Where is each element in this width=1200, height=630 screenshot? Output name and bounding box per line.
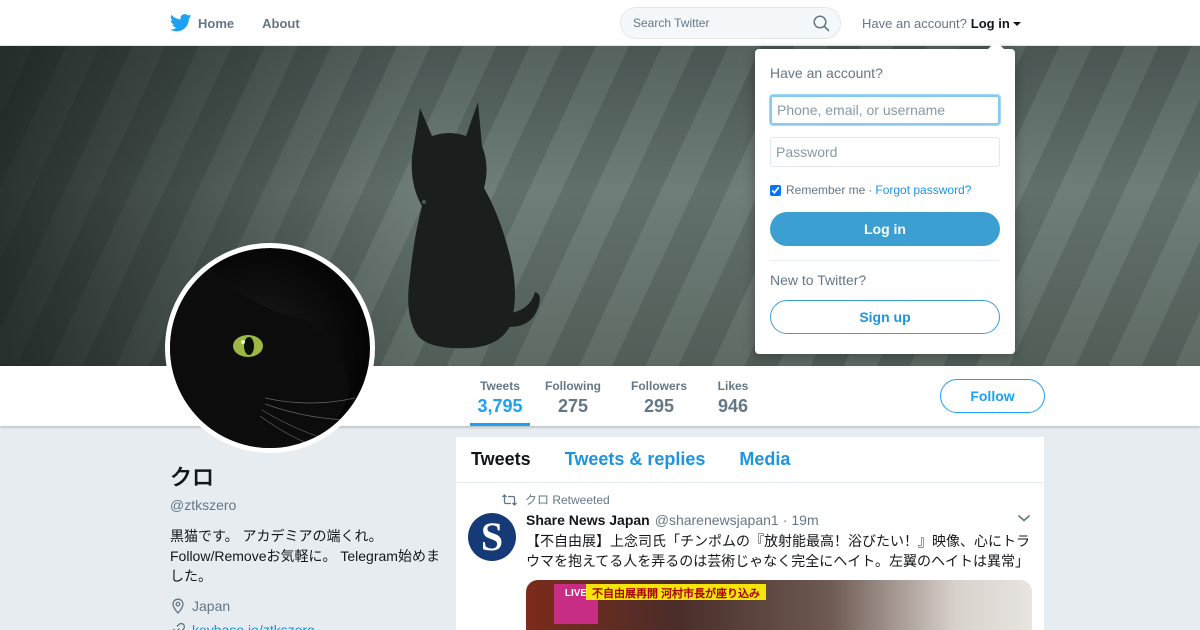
link-icon bbox=[172, 622, 186, 630]
have-account-text: Have an account? bbox=[862, 15, 967, 31]
remember-me-checkbox[interactable] bbox=[770, 184, 781, 196]
black-cat-avatar-photo bbox=[170, 268, 356, 448]
tweet-author-name[interactable]: Share News Japan bbox=[526, 512, 650, 528]
login-link-label: Log in bbox=[970, 15, 1010, 31]
tweet-media-image[interactable]: LIVE 不自由展再開 河村市長が座り込み bbox=[526, 580, 1032, 630]
stat-tweets[interactable]: Tweets 3,795 bbox=[470, 366, 530, 426]
account-menu: Have an account? Log in bbox=[862, 0, 1021, 46]
retweet-context: クロ Retweeted bbox=[502, 491, 610, 508]
search-box bbox=[620, 7, 841, 39]
tweet-time-separator: · bbox=[782, 512, 788, 528]
stat-likes[interactable]: Likes 946 bbox=[713, 366, 753, 426]
profile-location: Japan bbox=[170, 598, 440, 614]
tweet-item[interactable]: クロ Retweeted S Share News Japan @sharene… bbox=[456, 483, 1044, 630]
stat-following-label: Following bbox=[545, 379, 601, 393]
stat-followers-value: 295 bbox=[643, 396, 675, 416]
search-input[interactable] bbox=[621, 8, 801, 38]
profile-link-text[interactable]: keybase.io/ztkszero bbox=[192, 622, 315, 630]
tweet-author-avatar-letter: S bbox=[480, 514, 504, 559]
global-nav: Home About bbox=[170, 0, 328, 46]
nav-about[interactable]: About bbox=[262, 16, 300, 31]
remember-me-label[interactable]: Remember me bbox=[786, 183, 865, 197]
black-cat-photo bbox=[408, 102, 540, 349]
remember-me-row: Remember me · Forgot password? bbox=[770, 183, 971, 197]
tweet-text: 【不自由展】上念司氏「チンポムの『放射能最高！浴びたい！』映像、心にトラウマを抱… bbox=[526, 533, 1030, 569]
profile-name[interactable]: クロ bbox=[170, 460, 440, 492]
nav-home[interactable]: Home bbox=[170, 14, 234, 32]
signup-button[interactable]: Sign up bbox=[770, 300, 1000, 334]
login-dropdown-title: Have an account? bbox=[770, 65, 883, 81]
timeline: Tweets Tweets & replies Media クロ Retweet… bbox=[456, 437, 1044, 630]
tab-tweets-and-replies[interactable]: Tweets & replies bbox=[565, 449, 706, 470]
tab-tweets[interactable]: Tweets bbox=[471, 449, 531, 470]
tweet-author-avatar[interactable]: S bbox=[468, 513, 516, 561]
login-dropdown-toggle[interactable]: Log in bbox=[971, 16, 1021, 31]
stat-tweets-value: 3,795 bbox=[477, 396, 523, 416]
stat-followers-label: Followers bbox=[630, 379, 687, 393]
login-button[interactable]: Log in bbox=[770, 212, 1000, 246]
twitter-bird-icon bbox=[170, 14, 192, 32]
timeline-tabs: Tweets Tweets & replies Media bbox=[456, 437, 1044, 483]
profile-link[interactable]: keybase.io/ztkszero bbox=[170, 622, 440, 630]
profile-bio: 黒猫です。 アカデミアの端くれ。 Follow/Removeお気軽に。 Tele… bbox=[170, 528, 440, 584]
stat-following-value: 275 bbox=[557, 396, 589, 416]
tweet-author-handle[interactable]: @sharenewsjapan1 bbox=[655, 512, 779, 528]
password-field[interactable] bbox=[770, 137, 1000, 167]
dropdown-divider bbox=[770, 260, 1000, 261]
profile-location-text: Japan bbox=[192, 598, 231, 614]
stat-followers[interactable]: Followers 295 bbox=[628, 366, 690, 426]
stat-likes-value: 946 bbox=[717, 396, 749, 416]
follow-button[interactable]: Follow bbox=[940, 379, 1045, 413]
nav-about-label: About bbox=[262, 15, 300, 31]
login-dropdown: Have an account? Remember me · Forgot pa… bbox=[755, 41, 1015, 354]
chevron-down-icon[interactable] bbox=[1017, 513, 1031, 523]
remember-separator: · bbox=[868, 183, 873, 197]
tweet-timestamp[interactable]: 19m bbox=[791, 512, 818, 528]
stat-following[interactable]: Following 275 bbox=[543, 366, 603, 426]
username-field[interactable] bbox=[770, 95, 1000, 125]
tab-media[interactable]: Media bbox=[739, 449, 790, 470]
search-icon[interactable] bbox=[813, 15, 830, 32]
location-pin-icon bbox=[172, 598, 184, 614]
retweeted-by-label[interactable]: クロ Retweeted bbox=[525, 491, 610, 508]
new-to-twitter-text: New to Twitter? bbox=[770, 272, 867, 288]
stat-tweets-label: Tweets bbox=[480, 379, 520, 393]
media-caption: 不自由展再開 河村市長が座り込み bbox=[586, 584, 767, 600]
profile-handle[interactable]: @ztkszero bbox=[170, 497, 440, 513]
forgot-password-link[interactable]: Forgot password? bbox=[875, 183, 971, 197]
stat-likes-label: Likes bbox=[717, 379, 749, 393]
dropdown-arrow bbox=[988, 41, 1004, 49]
retweet-icon bbox=[502, 493, 517, 506]
profile-avatar[interactable] bbox=[165, 243, 375, 453]
profile-card: クロ @ztkszero 黒猫です。 アカデミアの端くれ。 Follow/Rem… bbox=[170, 460, 440, 630]
caret-down-icon bbox=[1012, 22, 1021, 27]
top-navigation-bar: Home About Have an account? Log in bbox=[0, 0, 1200, 46]
nav-home-label: Home bbox=[198, 15, 235, 31]
tweet-header: Share News Japan @sharenewsjapan1 · 19m bbox=[526, 512, 819, 528]
